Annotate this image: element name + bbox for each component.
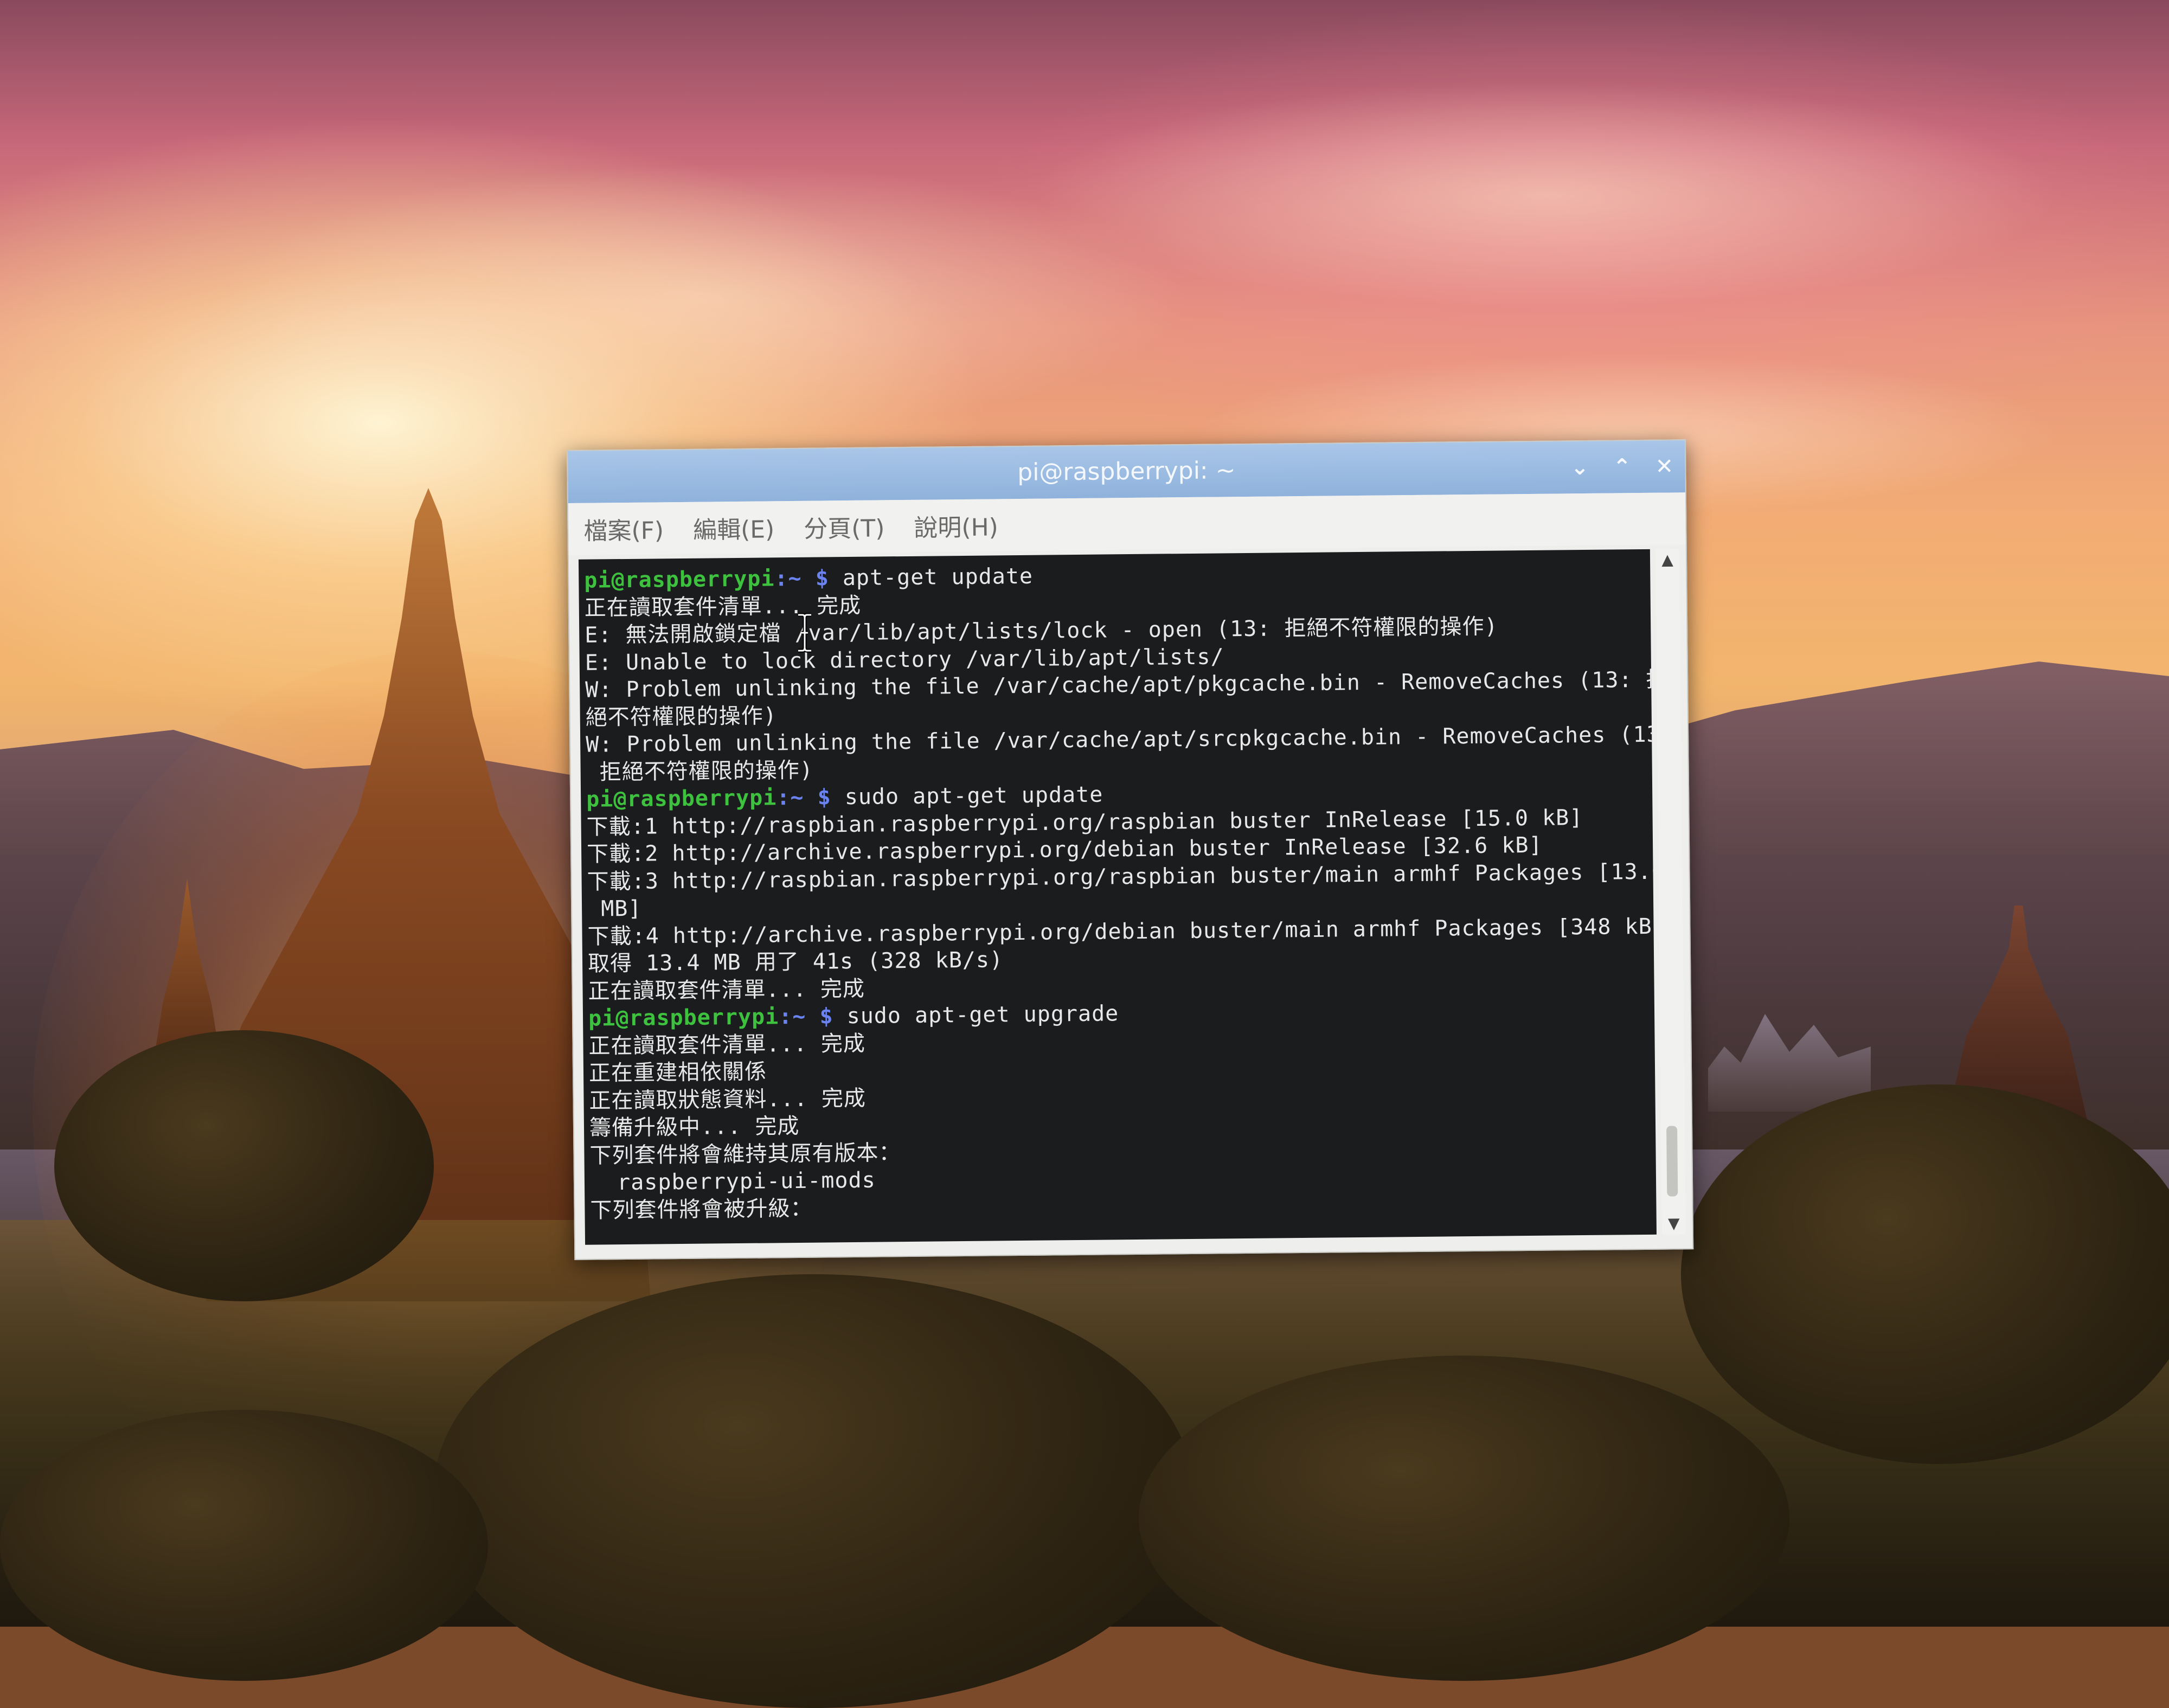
prompt-user: pi@raspberrypi xyxy=(588,1004,779,1031)
scrollbar-thumb[interactable] xyxy=(1666,1126,1678,1197)
close-button[interactable]: ✕ xyxy=(1648,450,1681,483)
wallpaper-tree xyxy=(1681,1084,2169,1464)
minimize-button[interactable]: ⌄ xyxy=(1563,451,1596,484)
terminal-output[interactable]: pi@raspberrypi:~ $ apt-get update 正在讀取套件清… xyxy=(578,549,1657,1245)
prompt-user: pi@raspberrypi xyxy=(584,566,775,593)
prompt-path: :~ $ xyxy=(778,1004,833,1030)
menu-bar: 檔案(F) 編輯(E) 分頁(T) 說明(H) xyxy=(568,492,1686,555)
wallpaper-cloud xyxy=(1030,81,2061,309)
wallpaper-tree xyxy=(1139,1356,1789,1681)
prompt-user: pi@raspberrypi xyxy=(586,785,777,812)
vertical-scrollbar[interactable]: ▲ ▼ xyxy=(1655,549,1686,1235)
arrow-up-icon[interactable]: ▲ xyxy=(1655,549,1679,570)
command-text: sudo apt-get upgrade xyxy=(833,1001,1119,1029)
window-title: pi@raspberrypi: ~ xyxy=(1017,457,1236,487)
chevron-up-icon: ⌃ xyxy=(1613,454,1632,480)
prompt-path: :~ $ xyxy=(774,566,829,592)
command-text: apt-get update xyxy=(829,563,1034,591)
arrow-down-icon[interactable]: ▼ xyxy=(1662,1212,1686,1234)
maximize-button[interactable]: ⌃ xyxy=(1606,451,1639,484)
command-text: sudo apt-get update xyxy=(831,782,1103,810)
menu-edit[interactable]: 編輯(E) xyxy=(693,510,775,545)
menu-file[interactable]: 檔案(F) xyxy=(583,511,664,546)
wallpaper-tree xyxy=(434,1274,1193,1708)
terminal-window[interactable]: pi@raspberrypi: ~ ⌄ ⌃ ✕ 檔案(F) 編輯(E) 分頁(T… xyxy=(567,439,1694,1260)
wallpaper-tree xyxy=(0,1410,488,1681)
wallpaper-tree xyxy=(54,1030,434,1301)
prompt-path: :~ $ xyxy=(777,785,831,811)
menu-help[interactable]: 說明(H) xyxy=(914,508,998,543)
close-icon: ✕ xyxy=(1655,454,1674,479)
chevron-down-icon: ⌄ xyxy=(1570,454,1589,480)
menu-tabs[interactable]: 分頁(T) xyxy=(804,509,885,544)
